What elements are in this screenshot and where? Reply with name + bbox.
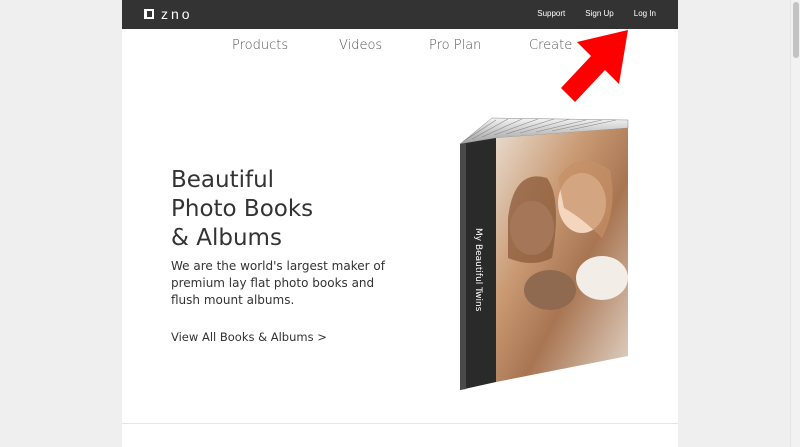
section-divider bbox=[122, 423, 678, 424]
photo-book-image: My Beautiful Twins bbox=[459, 117, 629, 390]
sign-up-link[interactable]: Sign Up bbox=[585, 9, 613, 18]
red-arrow-annotation bbox=[561, 30, 628, 102]
zno-logo[interactable]: zno bbox=[144, 6, 193, 22]
scrollbar-thumb[interactable] bbox=[793, 2, 799, 58]
nav-item-products[interactable]: Products bbox=[232, 38, 288, 53]
nav-item-videos[interactable]: Videos bbox=[339, 38, 382, 53]
hero-title: Beautiful Photo Books & Albums bbox=[171, 167, 314, 251]
logo-text: zno bbox=[161, 6, 193, 22]
view-all-books-link[interactable]: View All Books & Albums > bbox=[171, 330, 327, 344]
hero-description: We are the world's largest maker of prem… bbox=[171, 259, 385, 307]
log-in-link[interactable]: Log In bbox=[634, 9, 656, 18]
nav-item-pro-plan[interactable]: Pro Plan bbox=[429, 38, 481, 53]
support-link[interactable]: Support bbox=[537, 9, 565, 18]
top-links: Support Sign Up Log In bbox=[537, 9, 656, 18]
book-spine-text: My Beautiful Twins bbox=[473, 228, 483, 312]
vertical-scrollbar[interactable] bbox=[790, 0, 800, 447]
zno-logo-icon bbox=[144, 9, 154, 19]
